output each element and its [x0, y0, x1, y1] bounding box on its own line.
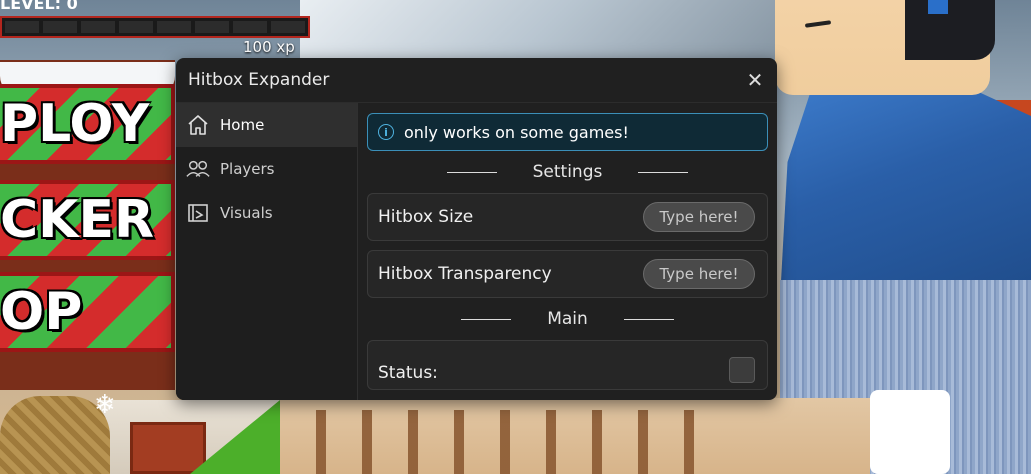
section-header-settings: Settings: [367, 151, 768, 193]
character-jacket: [780, 70, 1031, 300]
divider: [623, 318, 674, 320]
snowflake-icon: ❄: [94, 390, 116, 420]
home-icon: [186, 113, 210, 137]
info-icon: i: [378, 124, 394, 140]
setting-row-hitbox-size: Hitbox Size: [367, 193, 768, 241]
window-title: Hitbox Expander: [188, 70, 330, 90]
divider: [446, 171, 497, 173]
sidebar: Home Players Visuals: [176, 103, 358, 400]
notice-text: only works on some games!: [404, 122, 629, 142]
sidebar-item-players[interactable]: Players: [176, 147, 357, 191]
status-label: Status:: [378, 363, 438, 383]
setting-label: Hitbox Size: [378, 207, 474, 227]
background-fence: [280, 410, 700, 474]
xp-label: 100 xp: [243, 38, 295, 56]
section-title: Settings: [532, 162, 603, 182]
close-icon[interactable]: ✕: [745, 68, 765, 92]
status-toggle-checkbox[interactable]: [729, 357, 755, 383]
game-shop-button[interactable]: OP: [0, 272, 175, 352]
players-icon: [186, 157, 210, 181]
sidebar-item-visuals[interactable]: Visuals: [176, 191, 357, 235]
window-titlebar[interactable]: Hitbox Expander ✕: [176, 58, 777, 103]
setting-row-hitbox-transparency: Hitbox Transparency: [367, 250, 768, 298]
hitbox-size-input[interactable]: [643, 202, 755, 232]
section-header-main: Main: [367, 298, 768, 340]
character-cap: [928, 0, 948, 14]
sidebar-item-label: Visuals: [220, 204, 273, 222]
game-deploy-button[interactable]: PLOY: [0, 84, 175, 164]
xp-progress-bar: [0, 16, 310, 38]
sidebar-item-label: Players: [220, 160, 275, 178]
divider: [638, 171, 689, 173]
hitbox-expander-window: Hitbox Expander ✕ Home Players Visuals i…: [176, 58, 777, 400]
divider: [461, 318, 512, 320]
main-row-status: Status:: [367, 340, 768, 390]
sidebar-item-label: Home: [220, 116, 265, 134]
character-boot: [870, 390, 950, 474]
character-hair: [905, 0, 995, 60]
hitbox-transparency-input[interactable]: [643, 259, 755, 289]
section-title: Main: [547, 309, 588, 329]
hud-level-text: LEVEL: 0: [0, 0, 78, 13]
setting-label: Hitbox Transparency: [378, 264, 552, 284]
main-content: i only works on some games! Settings Hit…: [367, 113, 768, 399]
info-notice: i only works on some games!: [367, 113, 768, 151]
visuals-icon: [186, 201, 210, 225]
sidebar-item-home[interactable]: Home: [176, 103, 357, 147]
game-locker-button[interactable]: CKER: [0, 180, 175, 260]
